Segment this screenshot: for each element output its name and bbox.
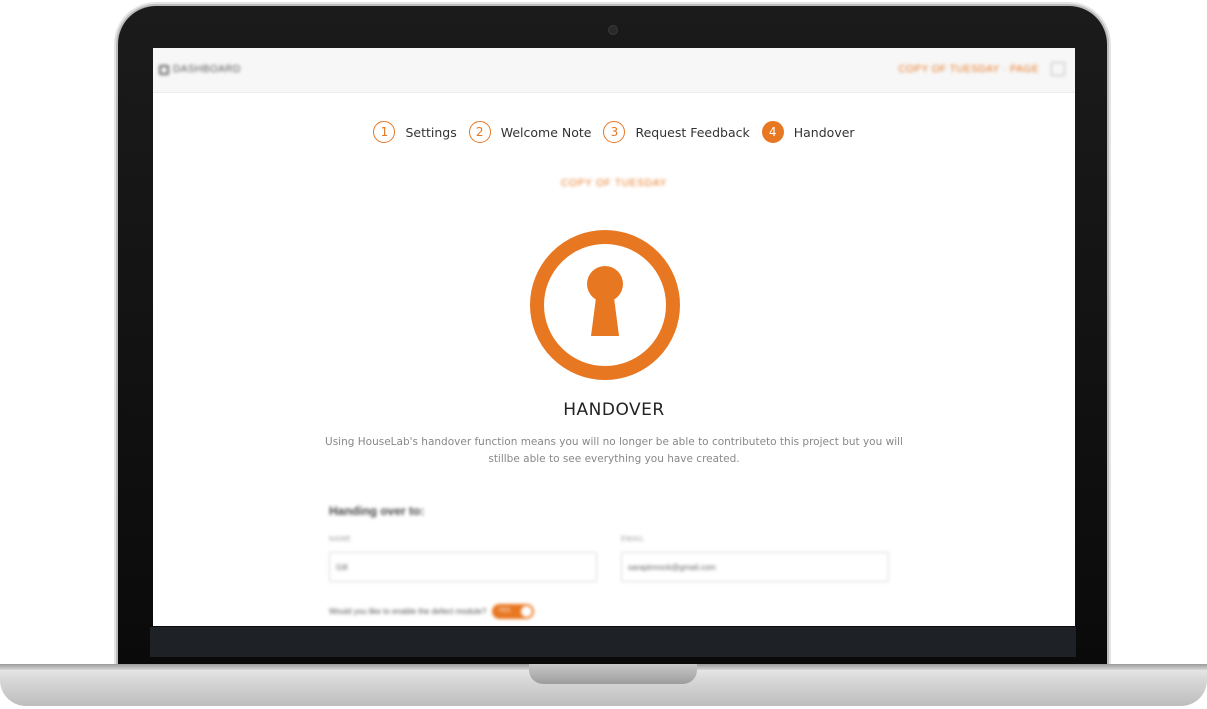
app-screen: DASHBOARD COPY OF TUESDAY · PAGE 1 Setti… bbox=[153, 48, 1075, 626]
step-label: Request Feedback bbox=[635, 124, 750, 140]
toggle-knob bbox=[521, 606, 533, 617]
defect-module-toggle[interactable]: YES bbox=[492, 604, 535, 619]
laptop-notch bbox=[529, 664, 697, 684]
page-title: HANDOVER bbox=[563, 400, 665, 420]
dashboard-icon bbox=[159, 64, 169, 75]
step-settings[interactable]: 1 Settings bbox=[373, 121, 457, 143]
step-label: Handover bbox=[793, 124, 855, 140]
step-progress: 1 Settings 2 Welcome Note 3 Request Feed… bbox=[153, 121, 1075, 143]
name-field[interactable]: Gill bbox=[329, 552, 597, 582]
laptop-camera bbox=[609, 26, 617, 34]
toggle-value: YES bbox=[498, 608, 511, 614]
step-welcome-note[interactable]: 2 Welcome Note bbox=[468, 121, 592, 143]
step-number: 2 bbox=[468, 121, 491, 143]
step-number: 4 bbox=[761, 121, 784, 143]
step-handover[interactable]: 4 Handover bbox=[761, 121, 855, 143]
handover-description: Using HouseLab's handover function means… bbox=[323, 434, 905, 468]
dashboard-label: DASHBOARD bbox=[173, 64, 241, 75]
email-field[interactable]: sarapinnock@gmail.com bbox=[621, 552, 889, 582]
defect-module-question: Would you like to enable the defect modu… bbox=[329, 607, 487, 616]
defect-module-row: Would you like to enable the defect modu… bbox=[329, 604, 535, 619]
step-number: 3 bbox=[603, 121, 626, 143]
name-label: NAME bbox=[329, 536, 352, 543]
description-line: Using HouseLab's handover function means… bbox=[325, 436, 903, 448]
project-breadcrumb[interactable]: COPY OF TUESDAY · PAGE bbox=[898, 64, 1039, 75]
dashboard-link[interactable]: DASHBOARD bbox=[159, 64, 241, 75]
description-line: stillbe able to see everything you have … bbox=[488, 453, 740, 465]
step-label: Settings bbox=[405, 124, 457, 140]
keyhole-lock-icon bbox=[530, 230, 680, 380]
menu-icon[interactable] bbox=[1051, 62, 1065, 76]
step-number: 1 bbox=[373, 121, 396, 143]
email-label: EMAIL bbox=[621, 536, 645, 543]
step-request-feedback[interactable]: 3 Request Feedback bbox=[603, 121, 750, 143]
handing-over-heading: Handing over to: bbox=[329, 504, 425, 518]
laptop-bottom-strip bbox=[150, 627, 1076, 657]
top-bar: DASHBOARD COPY OF TUESDAY · PAGE bbox=[153, 48, 1075, 93]
project-name: COPY OF TUESDAY bbox=[561, 178, 667, 189]
step-label: Welcome Note bbox=[500, 124, 592, 140]
